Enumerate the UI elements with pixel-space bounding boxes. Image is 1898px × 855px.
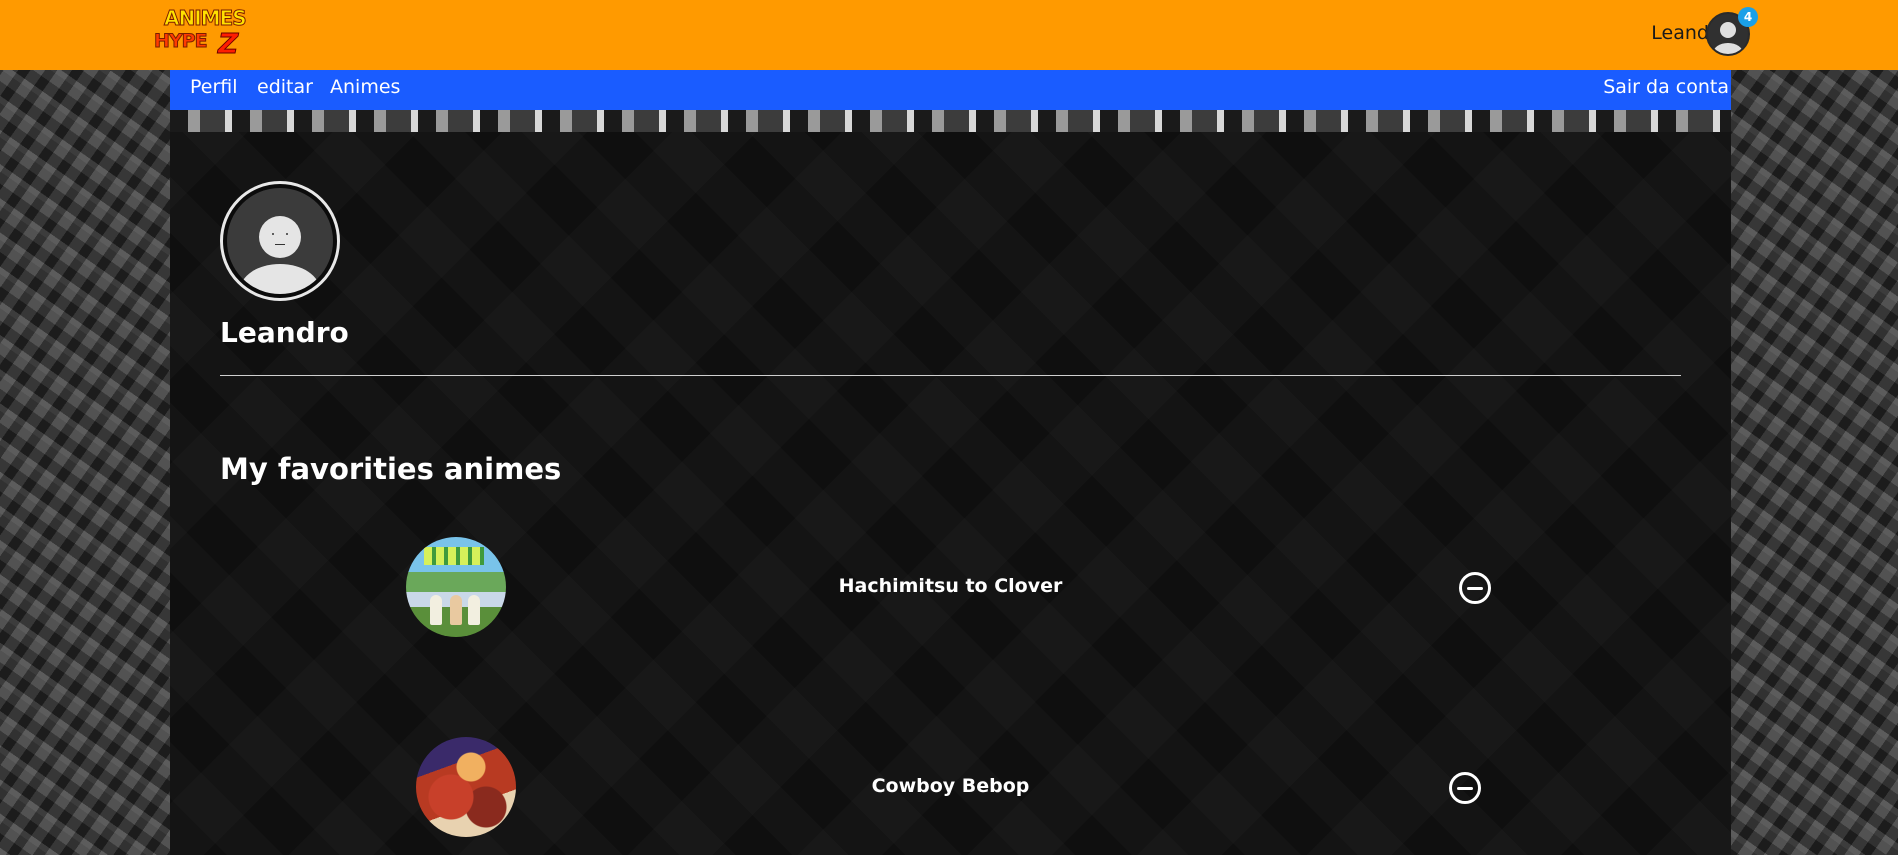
manga-background-strip: [170, 110, 1731, 132]
nav-editar-link[interactable]: editar: [257, 76, 313, 98]
anime-title[interactable]: Hachimitsu to Clover: [170, 575, 1731, 597]
logo-line1: ANIMES: [164, 6, 248, 30]
anime-title[interactable]: Cowboy Bebop: [170, 775, 1731, 797]
user-face-icon: [227, 188, 333, 294]
profile-avatar: [220, 181, 340, 301]
favorite-anime-row: Hachimitsu to Clover: [170, 537, 1731, 647]
profile-name: Leandro: [220, 316, 349, 349]
nav-perfil-link[interactable]: Perfil: [190, 76, 238, 98]
nav-animes-link[interactable]: Animes: [330, 76, 400, 98]
favorites-title: My favorities animes: [220, 452, 562, 486]
logo-line2: HYPE: [154, 30, 209, 52]
avatar-eye-right: [285, 232, 289, 236]
site-logo[interactable]: ANIMES HYPE Z: [152, 6, 252, 62]
thumbnail-figure: [468, 595, 480, 625]
profile-panel: Leandro My favorities animes Hachimitsu …: [170, 132, 1731, 855]
avatar-body: [239, 264, 321, 294]
thumbnail-figure: [430, 595, 442, 625]
logout-link[interactable]: Sair da conta: [1603, 76, 1729, 98]
remove-favorite-button[interactable]: [1459, 572, 1491, 604]
top-header: ANIMES HYPE Z Leandro 4: [0, 0, 1898, 70]
thumbnail-figure: [450, 595, 462, 625]
divider: [220, 375, 1681, 376]
logo-z: Z: [217, 27, 239, 60]
nav-bar: Perfil editar Animes Sair da conta: [170, 70, 1731, 110]
avatar-head: [258, 215, 302, 258]
avatar-mouth: [274, 243, 286, 246]
avatar-eye-left: [271, 232, 275, 236]
thumbnail-title-art: [424, 547, 484, 565]
favorite-anime-row: Cowboy Bebop: [170, 737, 1731, 847]
user-icon-body: [1713, 43, 1743, 54]
notification-badge[interactable]: 4: [1738, 7, 1758, 27]
remove-favorite-button[interactable]: [1449, 772, 1481, 804]
user-icon: [1720, 22, 1736, 38]
